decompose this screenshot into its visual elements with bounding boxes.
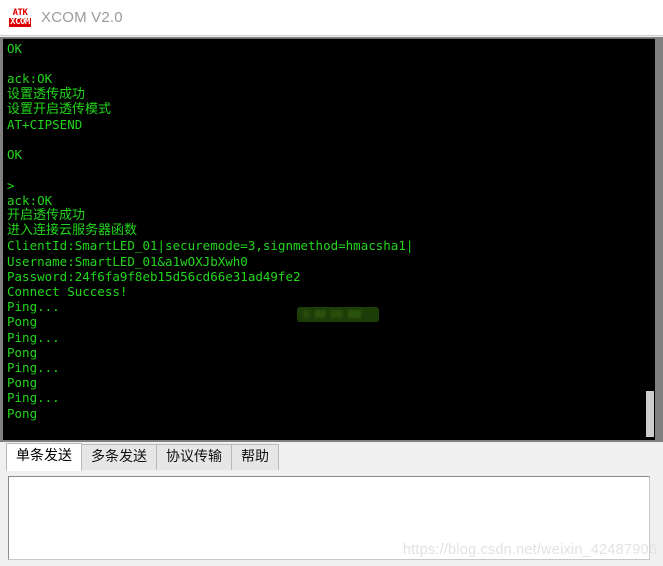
terminal-line: AT+CIPSEND <box>7 116 83 132</box>
terminal-line: > <box>7 177 15 193</box>
terminal-text: OK ack:OK 设置透传成功 设置开启透传模式 AT+CIPSEND OK > ac… <box>7 41 413 421</box>
xcom-window: ATK XCOM XCOM V2.0 OK ack:OK 设置透传成功 设置开启透传… <box>0 0 663 566</box>
terminal-line: 开启透传成功 <box>7 208 86 224</box>
terminal-line: ack:OK <box>7 71 53 87</box>
send-input[interactable] <box>8 476 650 560</box>
terminal-line: Ping... <box>7 329 60 345</box>
terminal-line: Pong <box>7 344 38 360</box>
terminal-line: Ping... <box>7 359 60 375</box>
send-panel: https://blog.csdn.net/weixin_42487906 <box>0 470 663 566</box>
tab-1[interactable]: 多条发送 <box>81 444 157 471</box>
terminal-line: Username:SmartLED_01&a1wOXJbXwh0 <box>7 253 248 269</box>
logo-bottom-text: XCOM <box>9 16 31 27</box>
terminal-line: OK <box>7 147 23 163</box>
tab-list: 单条发送 多条发送 协议传输 帮助 <box>6 443 279 471</box>
app-title: XCOM V2.0 <box>41 9 123 26</box>
terminal-line: OK <box>7 41 23 56</box>
terminal-scrollbar-track[interactable] <box>646 39 655 440</box>
tab-strip: 单条发送 多条发送 协议传输 帮助 <box>0 443 663 471</box>
tab-0[interactable]: 单条发送 <box>6 443 82 471</box>
terminal-line: Connect Success! <box>7 284 128 299</box>
terminal-line: ack:OK <box>7 192 53 208</box>
terminal-line: 设置透传成功 <box>7 86 86 102</box>
terminal-line: Password:24f6fa9f8eb15d56cd66e31ad49fe2 <box>7 268 301 284</box>
terminal-line: 设置开启透传模式 <box>7 101 112 117</box>
terminal-frame: OK ack:OK 设置透传成功 设置开启透传模式 AT+CIPSEND OK > ac… <box>0 37 663 442</box>
tab-3[interactable]: 帮助 <box>231 444 279 471</box>
terminal-line: Pong <box>7 405 38 421</box>
terminal-line: Ping... <box>7 390 60 406</box>
atk-xcom-logo-icon: ATK XCOM <box>7 6 33 30</box>
terminal-line: Pong <box>7 375 38 391</box>
title-bar: ATK XCOM XCOM V2.0 <box>0 0 663 36</box>
password-redaction-overlay <box>297 307 379 322</box>
terminal-scrollbar-thumb[interactable] <box>646 391 654 437</box>
terminal-line: ClientId:SmartLED_01|securemode=3,signme… <box>7 238 414 254</box>
tab-2[interactable]: 协议传输 <box>156 444 232 471</box>
terminal-output[interactable]: OK ack:OK 设置透传成功 设置开启透传模式 AT+CIPSEND OK > ac… <box>3 38 655 440</box>
terminal-line: 进入连接云服务器函数 <box>7 223 138 239</box>
